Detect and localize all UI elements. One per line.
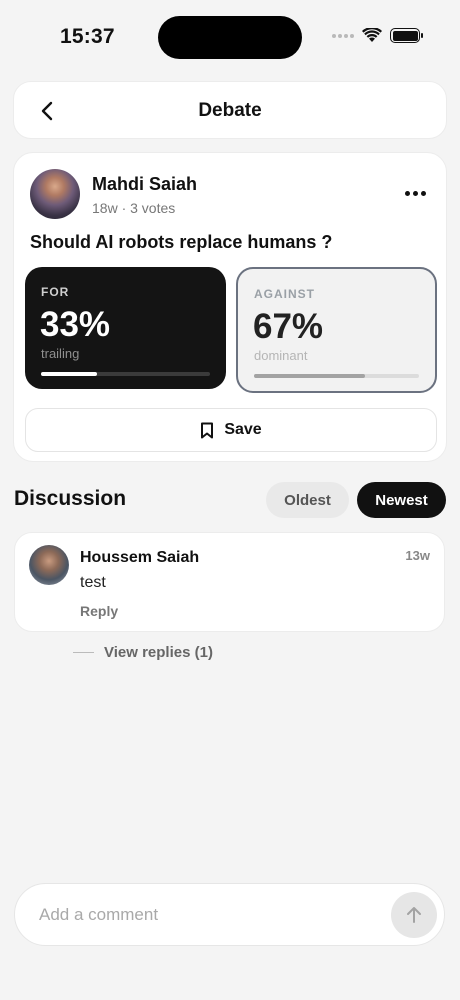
vote-against-option[interactable]: AGAINST 67% dominant <box>236 267 437 393</box>
comment-item: Houssem Saiah 13w test Reply <box>14 532 445 632</box>
debate-question: Should AI robots replace humans ? <box>30 232 333 252</box>
save-label: Save <box>224 421 262 438</box>
comment-text: test <box>80 574 106 591</box>
comment-input[interactable] <box>39 884 379 945</box>
vote-against-progress-track <box>254 374 419 378</box>
post-meta: 18w · 3 votes <box>92 200 176 216</box>
send-button[interactable] <box>391 892 437 938</box>
debate-post-card: Mahdi Saiah 18w · 3 votes Should AI robo… <box>13 152 447 462</box>
reply-button[interactable]: Reply <box>80 603 118 619</box>
sort-oldest-button[interactable]: Oldest <box>266 482 349 518</box>
author-avatar[interactable] <box>30 169 80 219</box>
wifi-icon <box>362 28 382 42</box>
save-button[interactable]: Save <box>25 408 437 452</box>
status-bar: 15:37 <box>0 0 460 76</box>
arrow-up-icon <box>407 907 421 923</box>
vote-for-percent: 33% <box>40 305 111 344</box>
dynamic-island <box>158 16 302 59</box>
vote-for-progress-track <box>41 372 210 376</box>
commenter-avatar[interactable] <box>29 545 69 585</box>
view-replies-button[interactable]: View replies (1) <box>73 644 213 661</box>
vote-for-option[interactable]: FOR 33% trailing <box>25 267 226 389</box>
status-time: 15:37 <box>60 25 115 48</box>
header-bar: Debate <box>13 81 447 139</box>
vote-against-status: dominant <box>254 348 308 363</box>
cellular-signal-icon <box>332 33 354 38</box>
vote-against-progress-fill <box>254 374 365 378</box>
vote-for-progress-fill <box>41 372 97 376</box>
replies-divider <box>73 652 94 653</box>
vote-against-percent: 67% <box>253 307 324 346</box>
vote-for-status: trailing <box>41 346 80 361</box>
battery-icon <box>390 28 423 43</box>
comment-composer <box>14 883 445 946</box>
sort-newest-button[interactable]: Newest <box>357 482 446 518</box>
comment-timestamp: 13w <box>405 548 430 563</box>
vote-for-label: FOR <box>41 285 70 299</box>
page-title: Debate <box>198 100 262 121</box>
discussion-heading: Discussion <box>14 487 127 510</box>
more-options-icon[interactable] <box>405 191 426 196</box>
bookmark-icon <box>201 422 214 438</box>
author-name[interactable]: Mahdi Saiah <box>92 174 197 195</box>
view-replies-label: View replies (1) <box>104 644 213 661</box>
status-icons <box>332 28 423 43</box>
commenter-name[interactable]: Houssem Saiah <box>80 549 199 567</box>
vote-against-label: AGAINST <box>254 287 315 301</box>
